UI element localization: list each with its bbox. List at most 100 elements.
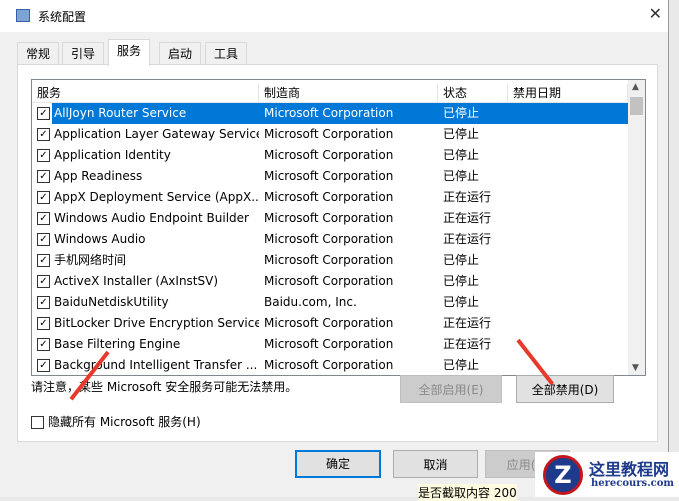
watermark-logo: Z 这里教程网 herecours.com [535, 452, 679, 497]
service-cell: ✓ Background Intelligent Transfer ... [32, 355, 259, 375]
column-status[interactable]: 状态 [438, 84, 508, 102]
service-name: Application Layer Gateway Service [54, 127, 259, 141]
table-row[interactable]: ✓ Base Filtering Engine Microsoft Corporat… [32, 334, 628, 355]
service-checkbox[interactable]: ✓ [37, 107, 50, 120]
service-checkbox[interactable]: ✓ [37, 149, 50, 162]
table-row[interactable]: ✓ Application Layer Gateway Service Micros… [32, 124, 628, 145]
service-checkbox[interactable]: ✓ [37, 212, 50, 225]
hide-microsoft-services-label: 隐藏所有 Microsoft 服务(H) [48, 415, 201, 429]
column-manufacturer[interactable]: 制造商 [259, 84, 438, 102]
service-cell: ✓ Application Layer Gateway Service [32, 124, 259, 145]
watermark-name: 这里教程网 [589, 460, 670, 479]
service-cell: ✓ App Readiness [32, 166, 259, 187]
scroll-thumb[interactable] [630, 97, 643, 115]
status-cell: 正在运行 [443, 211, 492, 225]
manufacturer-cell: Microsoft Corporation [259, 103, 443, 124]
status-cell: 已停止 [443, 358, 480, 372]
manufacturer-cell: Microsoft Corporation [264, 148, 394, 162]
status-cell: 已停止 [443, 274, 480, 288]
service-cell: ✓ AllJoyn Router Service [32, 103, 259, 124]
status-cell: 正在运行 [443, 316, 492, 330]
table-row[interactable]: ✓ BaiduNetdiskUtility Baidu.com, Inc. 已停止 [32, 292, 628, 313]
close-icon[interactable]: ✕ [649, 4, 662, 23]
table-row[interactable]: ✓ App Readiness Microsoft Corporation 已停止 [32, 166, 628, 187]
service-name: AppX Deployment Service (AppX... [54, 190, 259, 204]
service-checkbox[interactable]: ✓ [37, 191, 50, 204]
service-cell: ✓ Application Identity [32, 145, 259, 166]
tab-boot[interactable]: 引导 [62, 42, 105, 65]
table-row[interactable]: ✓ ActiveX Installer (AxInstSV) Microsoft C… [32, 271, 628, 292]
scroll-up-icon[interactable]: ▲ [632, 82, 639, 92]
window-title: 系统配置 [38, 10, 87, 24]
enable-all-button[interactable]: 全部启用(E) [400, 375, 502, 403]
manufacturer-cell: Microsoft Corporation [264, 337, 394, 351]
manufacturer-cell: Microsoft Corporation [264, 127, 394, 141]
logo-z-icon: Z [543, 455, 583, 495]
service-cell: ✓ Base Filtering Engine [32, 334, 259, 355]
column-disabled-date[interactable]: 禁用日期 [508, 84, 628, 102]
service-name: Windows Audio Endpoint Builder [54, 211, 249, 225]
hide-microsoft-services-checkbox[interactable]: 隐藏所有 Microsoft 服务(H) [31, 413, 201, 430]
status-cell: 已停止 [443, 127, 480, 141]
status-cell: 已停止 [443, 253, 480, 267]
table-row[interactable]: ✓ 手机网络时间 Microsoft Corporation 已停止 [32, 250, 628, 271]
service-checkbox[interactable]: ✓ [37, 317, 50, 330]
service-cell: ✓ 手机网络时间 [32, 250, 259, 271]
table-row[interactable]: ✓ Application Identity Microsoft Corporati… [32, 145, 628, 166]
service-checkbox[interactable]: ✓ [37, 275, 50, 288]
service-name: Background Intelligent Transfer ... [54, 358, 258, 372]
status-cell: 正在运行 [443, 232, 492, 246]
ok-button[interactable]: 确定 [295, 450, 381, 478]
service-checkbox[interactable]: ✓ [37, 359, 50, 372]
tab-tools[interactable]: 工具 [205, 42, 248, 65]
services-list: 服务 制造商 状态 禁用日期 ✓ AllJoyn Router Service Mi… [31, 79, 646, 376]
table-row[interactable]: ✓ BitLocker Drive Encryption Service Micro… [32, 313, 628, 334]
scroll-down-icon[interactable]: ▼ [632, 363, 639, 373]
table-row[interactable]: ✓ Windows Audio Microsoft Corporation 正在运行 [32, 229, 628, 250]
manufacturer-cell: Microsoft Corporation [264, 190, 394, 204]
status-cell: 已停止 [443, 295, 480, 309]
status-cell: 正在运行 [443, 337, 492, 351]
system-config-window: 系统配置 ✕ 常规 引导 服务 启动 工具 服务 制造商 状态 禁用日期 ✓ Al… [0, 0, 669, 497]
manufacturer-cell: Microsoft Corporation [264, 274, 394, 288]
service-cell: ✓ AppX Deployment Service (AppX... [32, 187, 259, 208]
service-checkbox[interactable]: ✓ [37, 233, 50, 246]
manufacturer-cell: Microsoft Corporation [264, 253, 394, 267]
note-text: 请注意，某些 Microsoft 安全服务可能无法禁用。 [31, 380, 298, 394]
service-name: 手机网络时间 [54, 253, 127, 267]
service-checkbox[interactable]: ✓ [37, 296, 50, 309]
service-cell: ✓ BitLocker Drive Encryption Service [32, 313, 259, 334]
service-name: BaiduNetdiskUtility [54, 295, 169, 309]
service-checkbox[interactable]: ✓ [37, 254, 50, 267]
column-service[interactable]: 服务 [32, 84, 259, 102]
manufacturer-cell: Baidu.com, Inc. [264, 295, 357, 309]
service-checkbox[interactable]: ✓ [37, 170, 50, 183]
tab-services[interactable]: 服务 [108, 39, 151, 66]
service-checkbox[interactable]: ✓ [37, 338, 50, 351]
status-cell: 已停止 [443, 169, 480, 183]
status-cell: 已停止 [443, 148, 480, 162]
status-cell: 已停止 [438, 103, 633, 124]
service-cell: ✓ Windows Audio [32, 229, 259, 250]
cancel-button[interactable]: 取消 [393, 450, 478, 478]
manufacturer-cell: Microsoft Corporation [264, 358, 394, 372]
table-row[interactable]: ✓ AllJoyn Router Service Microsoft Corpora… [32, 103, 633, 124]
service-name: Application Identity [54, 148, 171, 162]
service-name: ActiveX Installer (AxInstSV) [54, 274, 219, 288]
status-cell: 正在运行 [443, 190, 492, 204]
service-name: AllJoyn Router Service [52, 103, 259, 124]
table-row[interactable]: ✓ AppX Deployment Service (AppX... Microso… [32, 187, 628, 208]
title-bar: 系统配置 ✕ [0, 0, 668, 32]
tab-startup[interactable]: 启动 [159, 42, 202, 65]
service-checkbox[interactable]: ✓ [37, 128, 50, 141]
tab-general[interactable]: 常规 [17, 42, 60, 65]
service-name: Windows Audio [54, 232, 146, 246]
disable-all-button[interactable]: 全部禁用(D) [516, 375, 614, 403]
service-name: Base Filtering Engine [54, 337, 181, 351]
watermark-url: herecours.com [591, 478, 675, 489]
manufacturer-cell: Microsoft Corporation [264, 169, 394, 183]
service-cell: ✓ BaiduNetdiskUtility [32, 292, 259, 313]
table-row[interactable]: ✓ Windows Audio Endpoint Builder Microsoft… [32, 208, 628, 229]
vertical-scrollbar[interactable]: ▲ ▼ [628, 80, 645, 375]
service-name: App Readiness [54, 169, 143, 183]
